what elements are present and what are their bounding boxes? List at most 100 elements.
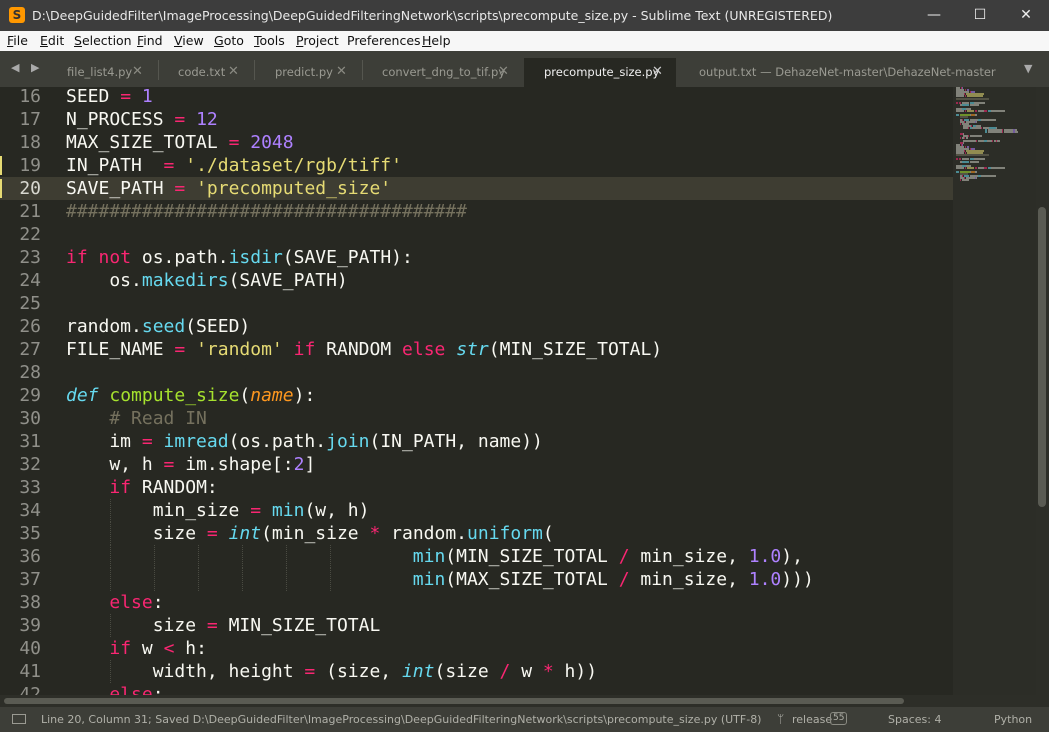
tab-predict[interactable]: predict.py ✕ xyxy=(254,58,362,87)
minimap-segment xyxy=(962,179,969,182)
syntax-selector[interactable]: Python xyxy=(994,713,1032,726)
menu-label-rest: elp xyxy=(431,33,451,48)
minimap-segment xyxy=(969,103,980,106)
close-window-button[interactable]: ✕ xyxy=(1003,0,1049,31)
code-token: N_PROCESS xyxy=(66,109,164,130)
indentation-setting[interactable]: Spaces: 4 xyxy=(888,713,941,726)
code-token: MIN_SIZE_TOTAL xyxy=(217,615,381,636)
menu-item-file[interactable]: File xyxy=(7,33,28,48)
tab-label: precompute_size.py xyxy=(544,65,660,79)
tab-bar: ◀ ▶ ▼ file_list4.py ✕ code.txt ✕ predict.py ✕… xyxy=(0,51,1049,87)
line-number: 16 xyxy=(19,87,41,107)
tab-output[interactable]: output.txt — DehazeNet-master\DehazeNet-… xyxy=(676,58,996,87)
line-number: 42 xyxy=(19,684,41,695)
code-token: if xyxy=(293,339,316,360)
line-number: 21 xyxy=(19,201,41,222)
menu-item-selection[interactable]: Selection xyxy=(74,33,132,48)
code-token: imread xyxy=(163,431,229,452)
code-token: min xyxy=(412,569,446,590)
menu-item-edit[interactable]: Edit xyxy=(40,33,64,48)
code-text: SEED = 1 xyxy=(66,87,153,108)
code-token: ), xyxy=(781,546,803,567)
menu-item-view[interactable]: View xyxy=(174,33,204,48)
line-number: 17 xyxy=(19,109,41,130)
vertical-scroll-thumb[interactable] xyxy=(1038,207,1046,507)
code-text: def compute_size(name): xyxy=(66,384,315,407)
code-text: SAVE_PATH = 'precomputed_size' xyxy=(66,177,391,200)
code-token: = xyxy=(174,109,186,130)
code-token: < xyxy=(163,638,175,659)
menu-item-tools[interactable]: Tools xyxy=(254,33,285,48)
tab-close-icon[interactable]: ✕ xyxy=(336,64,347,79)
code-line: 24 os.makedirs(SAVE_PATH) xyxy=(0,269,953,292)
code-text: if w < h: xyxy=(66,637,207,660)
minimap-segment xyxy=(995,139,997,142)
code-token: name xyxy=(250,385,294,406)
menu-label-rest: ools xyxy=(259,33,285,48)
horizontal-scrollbar[interactable] xyxy=(0,695,1049,707)
tab-close-icon[interactable]: ✕ xyxy=(652,64,663,79)
code-line: 40 if w < h: xyxy=(0,637,953,660)
code-token: 'random' xyxy=(196,339,283,360)
minimap-segment xyxy=(981,126,983,129)
menu-item-goto[interactable]: Goto xyxy=(214,33,244,48)
code-token: im.shape[: xyxy=(174,454,294,475)
code-line: 26 random.seed(SEED) xyxy=(0,315,953,338)
code-token: if xyxy=(109,477,132,498)
code-line: 18 MAX_SIZE_TOTAL = 2048 xyxy=(0,131,953,154)
code-token: SEED xyxy=(66,87,110,107)
minimap-segment xyxy=(956,101,958,104)
panel-toggle-icon[interactable] xyxy=(12,714,26,724)
code-token: size xyxy=(66,615,207,636)
code-editor[interactable]: 16 SEED = 1 17 N_PROCESS = 12 18 MAX_SIZE_TOT… xyxy=(0,87,953,695)
code-line: 41 width, height = (size, int(size / w *… xyxy=(0,660,953,683)
code-token: (MAX_SIZE_TOTAL xyxy=(445,569,619,590)
code-text: random.seed(SEED) xyxy=(66,315,250,338)
minimap-segment xyxy=(962,103,970,106)
maximize-button[interactable]: ☐ xyxy=(957,0,1003,31)
menu-item-help[interactable]: Help xyxy=(422,33,451,48)
code-token: join xyxy=(326,431,370,452)
menu-label-rest: dit xyxy=(47,33,65,48)
code-token: = xyxy=(163,155,175,176)
git-branch-name[interactable]: release xyxy=(792,713,832,726)
menu-mnemonic: E xyxy=(40,33,48,48)
tab-close-icon[interactable]: ✕ xyxy=(132,64,143,79)
tab-convert_dng_to_tif[interactable]: convert_dng_to_tif.py ✕ xyxy=(362,58,524,87)
minimap-segment xyxy=(967,135,969,138)
code-token: isdir xyxy=(228,247,283,268)
tab-code[interactable]: code.txt ✕ xyxy=(158,58,254,87)
minimap[interactable] xyxy=(953,87,1036,695)
code-line: 20 SAVE_PATH = 'precomputed_size' xyxy=(0,177,953,200)
tab-precompute_size[interactable]: precompute_size.py ✕ xyxy=(524,58,676,87)
code-token: else xyxy=(402,339,446,360)
minimize-button[interactable]: — xyxy=(911,0,957,31)
code-line: 27 FILE_NAME = 'random' if RANDOM else st… xyxy=(0,338,953,361)
menu-item-preferences[interactable]: Preferences xyxy=(347,33,421,48)
code-token: (w, h) xyxy=(304,500,370,521)
menu-item-project[interactable]: Project xyxy=(296,33,339,48)
code-text: min(MAX_SIZE_TOTAL / min_size, 1.0))) xyxy=(66,568,814,591)
tab-close-icon[interactable]: ✕ xyxy=(228,64,239,79)
menu-item-find[interactable]: Find xyxy=(137,33,163,48)
code-token: h)) xyxy=(553,661,598,682)
code-text: im = imread(os.path.join(IN_PATH, name)) xyxy=(66,430,543,453)
tab-file_list4[interactable]: file_list4.py ✕ xyxy=(48,58,158,87)
minimap-segment xyxy=(956,97,990,100)
tab-close-icon[interactable]: ✕ xyxy=(498,64,509,79)
code-token: w, h xyxy=(66,454,164,475)
tab-nav-arrows[interactable]: ◀ ▶ xyxy=(11,61,43,74)
horizontal-scroll-thumb[interactable] xyxy=(4,698,904,704)
tab-label: convert_dng_to_tif.py xyxy=(382,65,506,79)
minimap-segment xyxy=(966,110,974,113)
tab-list-dropdown-icon[interactable]: ▼ xyxy=(1024,62,1032,75)
minimap-segment xyxy=(983,110,988,113)
line-number: 24 xyxy=(19,270,41,291)
vertical-scrollbar[interactable] xyxy=(1036,87,1049,695)
